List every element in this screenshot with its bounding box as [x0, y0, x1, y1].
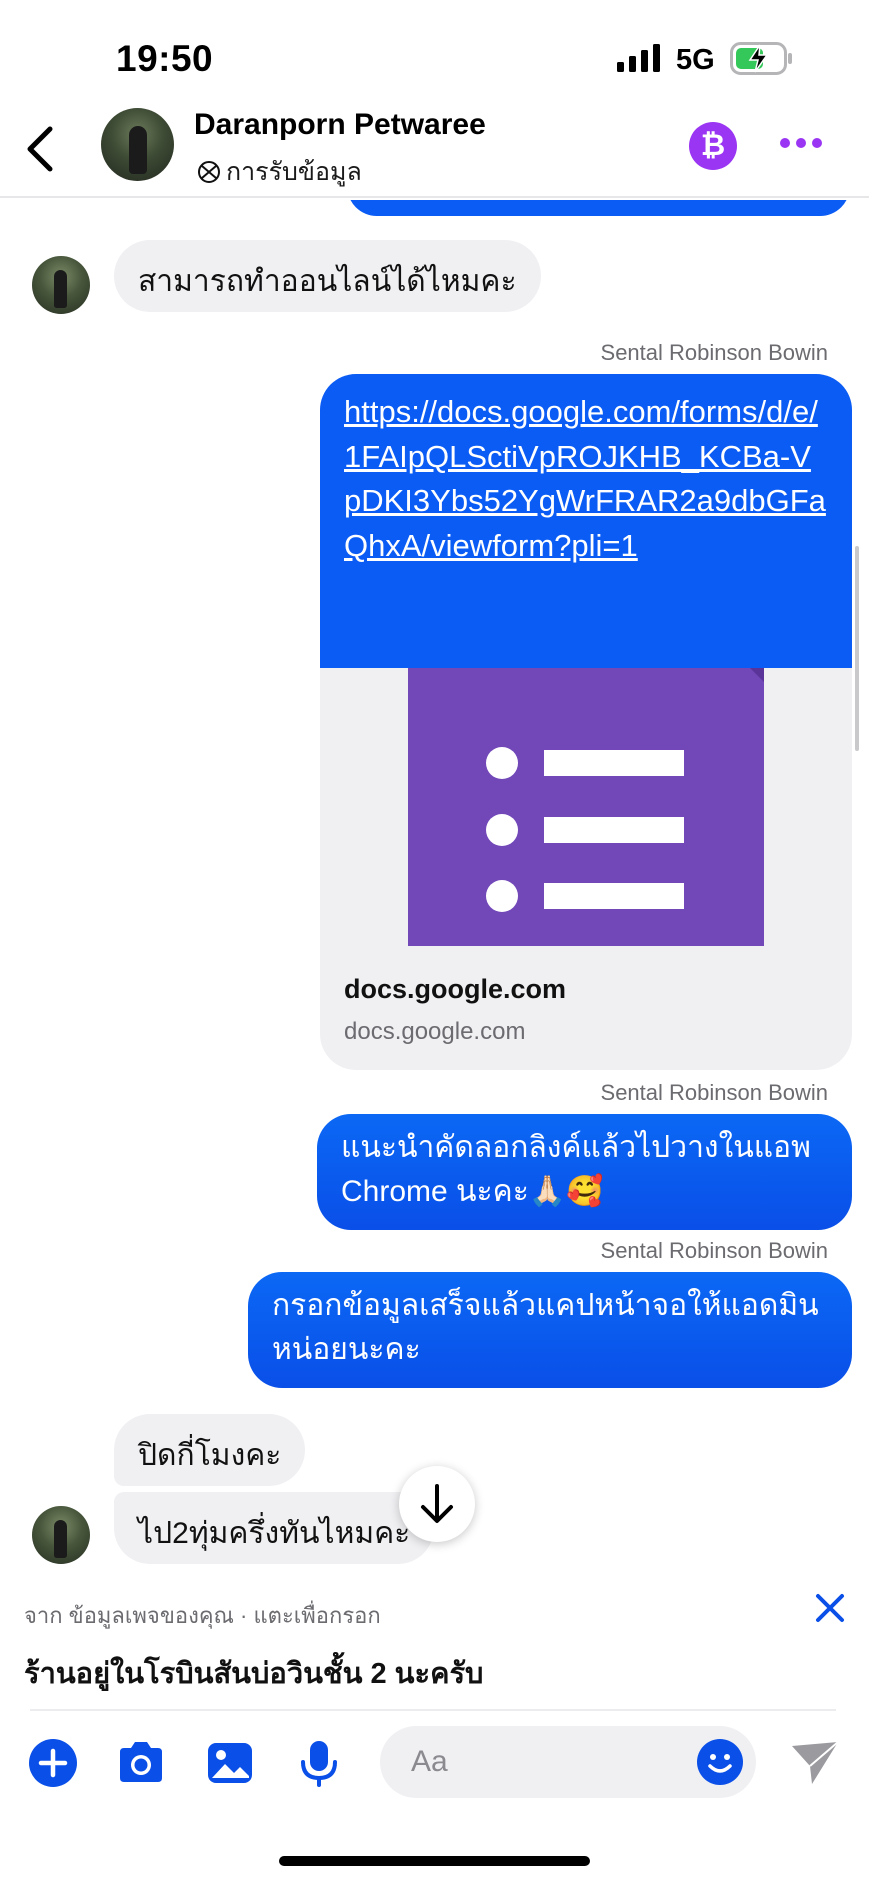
sender-avatar[interactable] [32, 1506, 90, 1564]
link-preview-domain: docs.google.com [344, 1018, 526, 1045]
contact-subtitle-text: การรับข้อมูล [226, 158, 362, 186]
saved-reply-suggestion[interactable]: จาก ข้อมูลเพจของคุณ · แตะเพื่อกรอก ร้านอ… [0, 1570, 869, 1710]
link-preview-card[interactable]: https://docs.google.com/forms/d/e/1FAIpQ… [320, 374, 852, 1070]
google-forms-icon [408, 668, 764, 946]
scrollbar[interactable] [855, 546, 859, 751]
more-dots-icon[interactable] [779, 134, 823, 152]
previous-outgoing-bubble [347, 200, 850, 216]
sender-name: Sental Robinson Bowin [600, 340, 828, 365]
sender-name: Sental Robinson Bowin [600, 1080, 828, 1105]
emoji-icon[interactable] [696, 1738, 744, 1786]
camera-icon[interactable] [116, 1738, 166, 1788]
contact-avatar[interactable] [101, 108, 174, 181]
contact-subtitle[interactable]: การรับข้อมูล [196, 152, 362, 192]
send-icon[interactable] [790, 1740, 840, 1786]
home-indicator[interactable] [279, 1856, 590, 1866]
ai-knot-icon [198, 161, 220, 183]
link-preview-title: docs.google.com [344, 974, 567, 1004]
sender-avatar[interactable] [32, 256, 90, 314]
link-preview-image[interactable] [320, 668, 852, 946]
message-input-placeholder: Aa [411, 1745, 448, 1778]
suggestion-source: จาก ข้อมูลเพจของคุณ · แตะเพื่อกรอก [24, 1603, 381, 1628]
conversation-header: Daranporn Petwaree การรับข้อมูล ₿ [0, 98, 869, 198]
outgoing-message[interactable]: กรอกข้อมูลเสร็จแล้วแคปหน้าจอให้แอดมินหน่… [248, 1272, 852, 1388]
signal-icon [617, 44, 660, 72]
back-chevron-icon[interactable] [22, 125, 58, 173]
scroll-to-bottom-button[interactable] [399, 1466, 475, 1542]
microphone-icon[interactable] [294, 1738, 344, 1788]
incoming-message[interactable]: สามารถทำออนไลน์ได้ไหมคะ [114, 240, 541, 312]
divider [30, 1709, 836, 1711]
incoming-message[interactable]: ไป2ทุ่มครึ่งทันไหมคะ [114, 1492, 435, 1564]
contact-name[interactable]: Daranporn Petwaree [194, 108, 486, 142]
network-type: 5G [676, 44, 715, 76]
incoming-message[interactable]: ปิดกี่โมงคะ [114, 1414, 306, 1486]
arrow-down-icon [421, 1484, 453, 1523]
status-time: 19:50 [116, 38, 214, 79]
plus-icon[interactable] [28, 1738, 78, 1788]
battery-charging-icon [730, 42, 792, 75]
message-link[interactable]: https://docs.google.com/forms/d/e/1FAIpQ… [320, 374, 852, 668]
image-icon[interactable] [205, 1738, 255, 1788]
outgoing-message[interactable]: แนะนำคัดลอกลิงค์แล้วไปวางในแอพ Chrome นะ… [317, 1114, 852, 1230]
sender-name: Sental Robinson Bowin [600, 1238, 828, 1263]
bitcoin-icon[interactable]: ₿ [689, 122, 737, 170]
close-icon[interactable] [810, 1588, 850, 1628]
suggestion-text[interactable]: ร้านอยู่ในโรบินสันบ่อวินชั้น 2 นะครับ [24, 1650, 483, 1696]
message-list[interactable]: สามารถทำออนไลน์ได้ไหมคะ Sental Robinson … [0, 200, 869, 1570]
